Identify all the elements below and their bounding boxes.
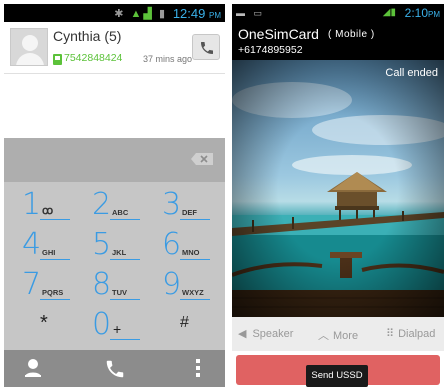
contacts-icon[interactable] xyxy=(24,358,42,378)
call-state-label: Call ended xyxy=(385,67,438,79)
contact-name: Cynthia (5) xyxy=(53,28,122,44)
phone-icon xyxy=(201,42,213,54)
key-2[interactable]: 2 ABC xyxy=(82,187,146,230)
backspace-icon[interactable] xyxy=(190,152,214,166)
status-bar: ✱ ▲▟ ▮ 12:49 PM xyxy=(4,4,225,22)
key-hash[interactable]: # xyxy=(152,308,216,350)
notification-icons: ▬ ▭ xyxy=(236,8,266,18)
status-icons: ✱ ▲▟ ▮ xyxy=(114,8,167,20)
key-3[interactable]: 3 DEF xyxy=(152,187,216,230)
dialpad-icon: ⠿ xyxy=(386,328,395,340)
more-button[interactable]: ︿ More xyxy=(318,327,358,343)
key-5[interactable]: 5 JKL xyxy=(82,227,146,270)
number-display[interactable] xyxy=(4,138,225,182)
contact-number: 7542848424 xyxy=(64,52,123,64)
call-contact-button[interactable] xyxy=(192,34,220,60)
caller-name: OneSimCard xyxy=(238,26,319,42)
status-time: 12:49 PM xyxy=(172,6,221,21)
chevron-up-icon: ︿ xyxy=(318,330,329,342)
call-header: OneSimCard ( Mobile ) +6174895952 xyxy=(232,22,444,60)
in-call-screen: ▬ ▭ ◢▮ 2:10PM OneSimCard ( Mobile ) +617… xyxy=(232,4,444,387)
call-controls: ◀ Speaker ︿ More ⠿ Dialpad xyxy=(232,317,444,351)
caller-number: +6174895952 xyxy=(238,44,303,56)
dialer-screen: ✱ ▲▟ ▮ 12:49 PM Cynthia (5) 7542848424 3… xyxy=(4,4,225,387)
speaker-button[interactable]: ◀ Speaker xyxy=(238,327,293,340)
call-time-ago: 37 mins ago xyxy=(143,54,193,64)
caller-photo: Call ended xyxy=(232,60,444,317)
signal-icon: ◢▮ xyxy=(382,7,396,18)
overflow-menu-icon[interactable] xyxy=(195,358,201,378)
speaker-icon: ◀ xyxy=(238,328,247,340)
key-8[interactable]: 8 TUV xyxy=(82,267,146,310)
key-star[interactable]: * xyxy=(12,308,76,350)
key-1[interactable]: 1ꝏ xyxy=(12,187,76,230)
dialer-bottom-bar xyxy=(4,350,225,387)
key-0[interactable]: 0 + xyxy=(82,307,146,350)
status-time: 2:10PM xyxy=(404,6,440,20)
key-7[interactable]: 7 PQRS xyxy=(12,267,76,310)
recent-contact-row[interactable]: Cynthia (5) 7542848424 37 mins ago xyxy=(4,22,225,74)
key-6[interactable]: 6 MNO xyxy=(152,227,216,270)
sim-icon xyxy=(53,54,62,65)
caller-type: ( Mobile ) xyxy=(328,29,375,40)
key-4[interactable]: 4 GHI xyxy=(12,227,76,270)
dial-call-icon[interactable] xyxy=(104,358,126,380)
dialpad-button[interactable]: ⠿ Dialpad xyxy=(386,327,435,340)
contact-avatar xyxy=(10,28,48,66)
toast-message: Send USSD xyxy=(306,365,368,387)
key-9[interactable]: 9 WXYZ xyxy=(152,267,216,310)
dial-keypad: 1ꝏ 2 ABC 3 DEF 4 GHI 5 JKL 6 MNO 7 PQRS 8 TUV 9… xyxy=(4,182,225,350)
status-bar: ▬ ▭ ◢▮ 2:10PM xyxy=(232,4,444,22)
